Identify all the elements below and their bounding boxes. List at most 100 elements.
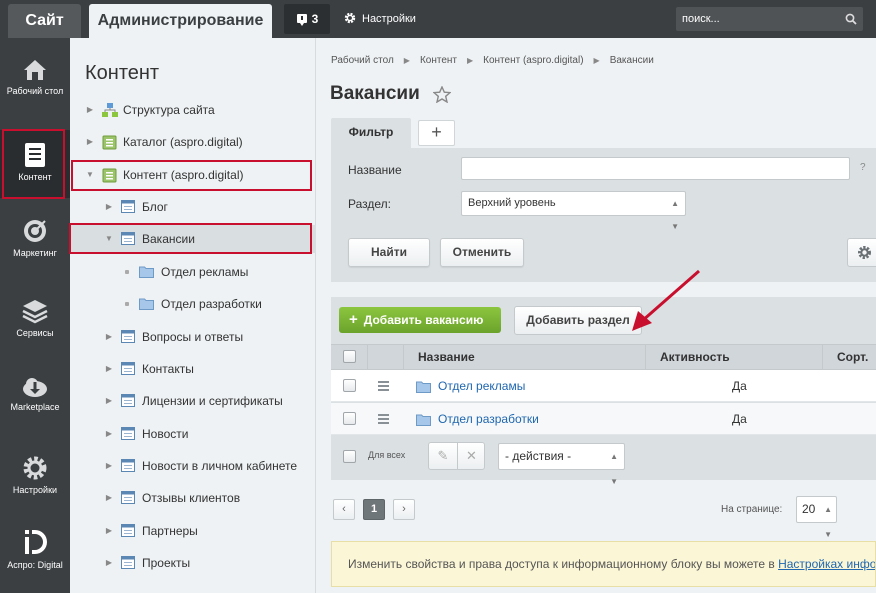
tree-item-catalog[interactable]: ▶ Каталог (aspro.digital) [70,128,316,156]
chevron-right-icon: ▶ [466,56,474,65]
actions-select[interactable]: - действия - ▲ ▼ [498,443,625,486]
expand-arrow-icon[interactable]: ▶ [104,452,114,480]
tree-label: Отзывы клиентов [142,491,241,505]
tree-item-faq[interactable]: ▶ Вопросы и ответы [70,323,316,351]
favorite-star-icon[interactable] [433,86,451,103]
select-all-checkbox[interactable] [343,350,356,363]
edit-pencil-icon[interactable]: ✎ [429,443,457,469]
column-header-active[interactable]: Активность [660,345,730,369]
tree-label: Отдел разработки [161,297,262,311]
cancel-button[interactable]: Отменить [440,238,524,267]
layers-icon [22,300,48,324]
tree-item-news[interactable]: ▶ Новости [70,420,316,448]
row-checkbox[interactable] [343,379,356,392]
breadcrumb-item[interactable]: Рабочий стол [331,55,394,66]
find-button[interactable]: Найти [348,238,430,267]
add-filter-tab-button[interactable]: + [418,120,455,146]
aspro-logo-icon [25,530,47,554]
expand-arrow-icon[interactable]: ▶ [85,96,95,124]
tree-item-ad-department[interactable]: Отдел рекламы [70,258,316,286]
current-page-button[interactable]: 1 [363,499,385,520]
breadcrumb-item[interactable]: Вакансии [610,55,654,66]
iblock-icon [121,394,135,407]
menu-label-marketplace: Marketplace [10,402,60,412]
for-all-checkbox[interactable] [343,450,356,463]
menu-label-marketing: Маркетинг [13,248,57,258]
row-checkbox[interactable] [343,412,356,425]
breadcrumb-item[interactable]: Контент [420,55,457,66]
expand-arrow-icon[interactable]: ▶ [104,484,114,512]
expand-arrow-icon[interactable]: ▶ [104,420,114,448]
tree-label: Новости в личном кабинете [142,459,298,473]
menu-item-settings[interactable]: Настройки [0,455,70,496]
filter-tab[interactable]: Фильтр [331,118,411,148]
settings-label: Настройки [362,13,416,25]
delete-x-icon[interactable]: ✕ [457,443,485,469]
row-menu-icon[interactable] [378,414,389,426]
tree-item-licenses[interactable]: ▶ Лицензии и сертификаты [70,387,316,415]
menu-item-marketing[interactable]: Маркетинг [0,218,70,259]
column-divider [367,345,368,369]
tree-label: Блог [142,200,168,214]
expand-arrow-icon[interactable]: ▶ [85,128,95,156]
expand-arrow-icon[interactable]: ▶ [104,323,114,351]
select-arrows-icon: ▲ ▼ [671,199,679,231]
iblock-icon [121,491,135,504]
table-row[interactable]: Отдел разработки Да [331,403,876,435]
tree-item-cabinet-news[interactable]: ▶ Новости в личном кабинете [70,452,316,480]
settings-link[interactable]: Настройки [344,4,416,34]
iblock-icon [121,459,135,472]
tree-label: Партнеры [142,524,198,538]
tab-site[interactable]: Сайт [8,4,81,38]
per-page-select[interactable]: 20 ▲ ▼ [796,496,837,539]
tree-item-site-structure[interactable]: ▶ Структура сайта [70,96,316,124]
bullet-icon [125,302,129,306]
row-name-link[interactable]: Отдел рекламы [438,370,525,402]
menu-item-desktop[interactable]: Рабочий стол [0,58,70,97]
info-notice: Изменить свойства и права доступа к инфо… [331,541,876,587]
tree-item-projects[interactable]: ▶ Проекты [70,549,316,577]
expand-arrow-icon[interactable]: ▶ [104,549,114,577]
column-header-name[interactable]: Название [418,345,475,369]
add-vacancy-button[interactable]: + Добавить вакансию [339,307,501,333]
notice-text: Изменить свойства и права доступа к инфо… [348,557,779,571]
tree-label: Каталог (aspro.digital) [123,135,243,149]
filter-section-select[interactable]: Верхний уровень ▲ ▼ [461,191,686,231]
expand-arrow-icon[interactable]: ▶ [104,193,114,221]
row-name-link[interactable]: Отдел разработки [438,403,539,435]
tree-item-partners[interactable]: ▶ Партнеры [70,517,316,545]
breadcrumb-item[interactable]: Контент (aspro.digital) [483,55,583,66]
tree-item-dev-department[interactable]: Отдел разработки [70,290,316,318]
menu-item-marketplace[interactable]: Marketplace [0,376,70,413]
menu-item-aspro[interactable]: Аспро: Digital [0,528,70,571]
add-section-button[interactable]: Добавить раздел [514,306,642,335]
filter-section-value: Верхний уровень [468,197,556,209]
page-title: Вакансии [330,83,420,104]
expand-arrow-icon[interactable]: ▶ [104,387,114,415]
iblock-icon [121,330,135,343]
table-row[interactable]: Отдел рекламы Да [331,370,876,402]
menu-item-services[interactable]: Сервисы [0,298,70,339]
prev-page-button[interactable]: ‹ [333,499,355,520]
menu-label-settings: Настройки [12,485,58,495]
notifications-button[interactable]: 3 [284,4,330,34]
content-tree-panel: Контент ▶ Структура сайта ▶ Каталог (asp… [70,38,316,593]
filter-name-input[interactable] [461,157,850,180]
expand-arrow-icon[interactable]: ▶ [104,517,114,545]
tree-label: Новости [142,427,189,441]
filter-settings-button[interactable] [847,238,876,267]
search-input[interactable]: поиск... [676,7,863,31]
gear-icon [858,246,871,259]
row-menu-icon[interactable] [378,381,389,393]
expand-arrow-icon[interactable]: ▶ [104,355,114,383]
next-page-button[interactable]: › [393,499,415,520]
notification-icon [296,14,307,26]
tree-item-contacts[interactable]: ▶ Контакты [70,355,316,383]
help-icon[interactable]: ? [860,162,866,173]
tree-item-reviews[interactable]: ▶ Отзывы клиентов [70,484,316,512]
column-header-sort[interactable]: Сорт. [837,345,868,369]
tab-administration[interactable]: Администрирование [89,4,272,38]
notice-settings-link[interactable]: Настройках инфор [778,557,875,571]
tree-item-blog[interactable]: ▶ Блог [70,193,316,221]
annotation-arrow-icon [632,269,700,331]
